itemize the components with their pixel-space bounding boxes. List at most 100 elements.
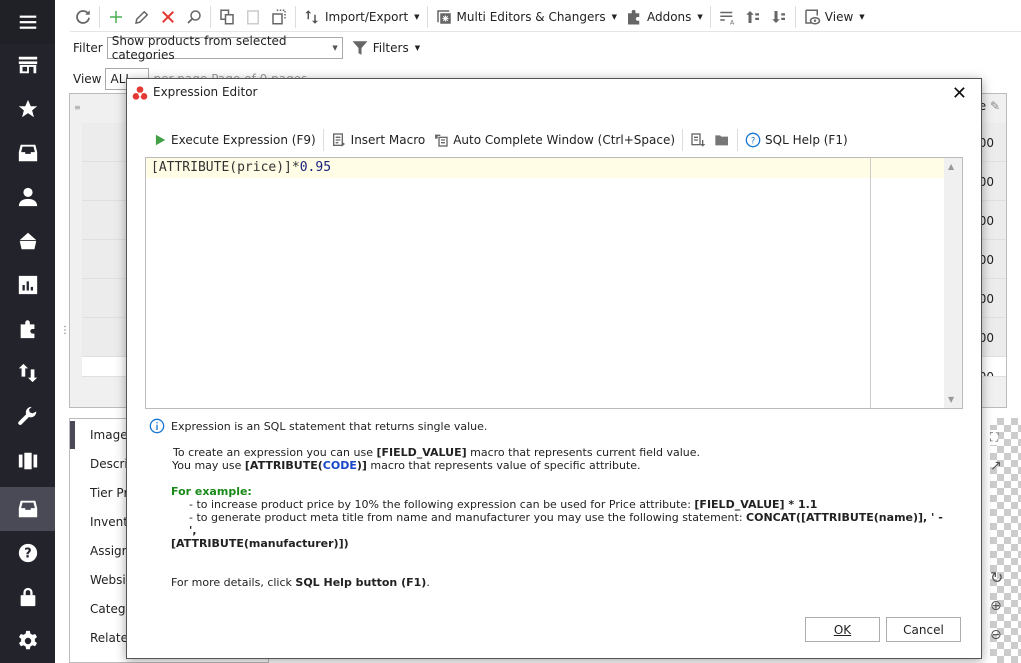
tab-websites[interactable]: Websit <box>90 573 130 587</box>
sidebar-item-security[interactable] <box>0 575 55 619</box>
sidebar-item-reports[interactable] <box>0 263 55 307</box>
sidebar-item-store[interactable] <box>0 43 55 87</box>
sidebar-item-addons[interactable] <box>0 307 55 351</box>
copy-button[interactable] <box>214 4 240 30</box>
svg-text:A: A <box>730 20 735 27</box>
folder-icon <box>715 135 729 146</box>
help-text: Expression is an SQL statement that retu… <box>149 418 949 589</box>
filter-select[interactable]: Show products from selected categories ▼ <box>106 34 343 62</box>
dialog-title: Expression Editor <box>153 85 258 99</box>
chevron-down-icon: ▼ <box>414 13 420 21</box>
load-from-file-button[interactable] <box>686 127 710 153</box>
auto-complete-button[interactable]: Auto Complete Window (Ctrl+Space) <box>429 127 679 153</box>
store-icon <box>18 56 37 74</box>
plus-icon <box>110 11 122 23</box>
archive-icon <box>18 500 37 518</box>
import-export-menu[interactable]: Import/Export ▼ <box>299 4 424 30</box>
sidebar-menu-button[interactable] <box>0 0 55 44</box>
filter-label: Filter <box>73 41 103 55</box>
addons-menu[interactable]: Addons ▼ <box>621 4 707 30</box>
cancel-button[interactable]: Cancel <box>886 617 961 642</box>
execute-expression-button[interactable]: Execute Expression (F9) <box>149 127 320 153</box>
sql-help-button[interactable]: ? SQL Help (F1) <box>741 127 852 153</box>
svg-text:?: ? <box>751 136 756 146</box>
splitter-handle[interactable]: ⋮ <box>60 325 70 336</box>
delete-button[interactable] <box>155 4 181 30</box>
filters-menu[interactable]: Filters ▼ <box>347 35 424 61</box>
sidebar-item-columns[interactable] <box>0 439 55 483</box>
selection-icon <box>272 9 286 25</box>
paste-button[interactable] <box>240 4 266 30</box>
zoom-in-icon[interactable]: ⊕ <box>990 598 1002 614</box>
search-button[interactable] <box>181 4 207 30</box>
chevron-down-icon: ▼ <box>697 13 703 21</box>
clipboard-icon <box>247 10 259 25</box>
basket-icon <box>19 232 36 250</box>
open-file-button[interactable] <box>710 127 734 153</box>
zoom-out-icon[interactable]: ⊖ <box>990 627 1002 643</box>
chevron-down-icon: ▼ <box>414 44 421 52</box>
sidebar-item-customers[interactable] <box>0 175 55 219</box>
scroll-up-icon[interactable]: ▲ <box>948 162 954 171</box>
chevron-down-icon: ▼ <box>611 13 617 21</box>
open-external-icon[interactable]: ↗ <box>990 458 1002 474</box>
pencil-icon <box>135 10 149 24</box>
sidebar-item-settings[interactable] <box>0 619 55 663</box>
app-logo-icon <box>132 86 148 100</box>
arrow-up-icon <box>746 11 759 23</box>
view-menu[interactable]: View ▼ <box>799 4 869 30</box>
star-icon <box>18 99 37 118</box>
scroll-down-icon[interactable]: ▼ <box>948 395 954 404</box>
sort-button[interactable]: A <box>714 4 740 30</box>
chevron-down-icon: ▼ <box>332 44 338 52</box>
refresh-button[interactable] <box>70 4 96 30</box>
columns-icon <box>18 452 37 470</box>
lock-icon <box>20 587 35 607</box>
import-export-icon <box>18 363 37 383</box>
eye-icon <box>805 9 821 25</box>
multi-editors-menu[interactable]: Multi Editors & Changers ▼ <box>431 4 621 30</box>
add-button[interactable] <box>103 4 129 30</box>
puzzle-icon <box>20 320 34 339</box>
sidebar-item-import-export[interactable] <box>0 351 55 395</box>
refresh-icon <box>76 10 90 24</box>
info-icon <box>149 418 165 434</box>
arrow-down-icon <box>772 11 785 23</box>
move-down-button[interactable] <box>766 4 792 30</box>
pencil-icon: ✎ <box>989 99 1000 113</box>
sidebar-item-help[interactable]: ? <box>0 531 55 575</box>
sidebar-item-tools[interactable] <box>0 395 55 439</box>
sidebar-item-favorites[interactable] <box>0 87 55 131</box>
dialog-toolbar: Execute Expression (F9) Insert Macro Aut… <box>149 127 852 153</box>
rotate-icon[interactable]: ↻ <box>990 568 1003 587</box>
select-button[interactable] <box>266 4 292 30</box>
main-toolbar: Import/Export ▼ Multi Editors & Changers ▼… <box>70 3 869 31</box>
expression-input[interactable]: [ATTRIBUTE(price)]*0.95 ▲ ▼ <box>145 157 963 409</box>
puzzle-icon <box>627 9 640 25</box>
image-preview: ⛶ ↗ ↻ ⊕ ⊖ <box>990 418 1021 663</box>
insert-macro-button[interactable]: Insert Macro <box>327 127 430 153</box>
close-icon <box>162 11 174 23</box>
menu-icon <box>19 15 36 29</box>
help-circle-icon: ? <box>745 132 761 148</box>
settings-icon <box>18 630 37 650</box>
actual-size-icon[interactable]: ⛶ <box>990 430 999 445</box>
tab-assign[interactable]: Assign <box>90 544 129 558</box>
vertical-scrollbar[interactable]: ▲ ▼ <box>944 158 962 408</box>
close-button[interactable]: ✕ <box>952 83 967 104</box>
edit-button[interactable] <box>129 4 155 30</box>
sidebar-item-archive[interactable] <box>0 487 55 531</box>
sidebar-item-products[interactable] <box>0 131 55 175</box>
sidebar-item-orders[interactable] <box>0 219 55 263</box>
wrench-icon <box>17 406 36 425</box>
search-icon <box>187 10 201 24</box>
move-up-button[interactable] <box>740 4 766 30</box>
svg-text:?: ? <box>24 547 31 562</box>
ok-button[interactable]: OK <box>805 617 880 642</box>
filter-row: Filter Show products from selected categ… <box>73 34 424 62</box>
copy-icon <box>220 9 234 25</box>
expression-editor-dialog: Expression Editor ✕ Execute Expression (… <box>126 78 982 659</box>
grid-menu-icon[interactable]: ≡ <box>74 103 81 112</box>
play-icon <box>155 134 166 146</box>
sidebar: ? <box>0 0 55 663</box>
